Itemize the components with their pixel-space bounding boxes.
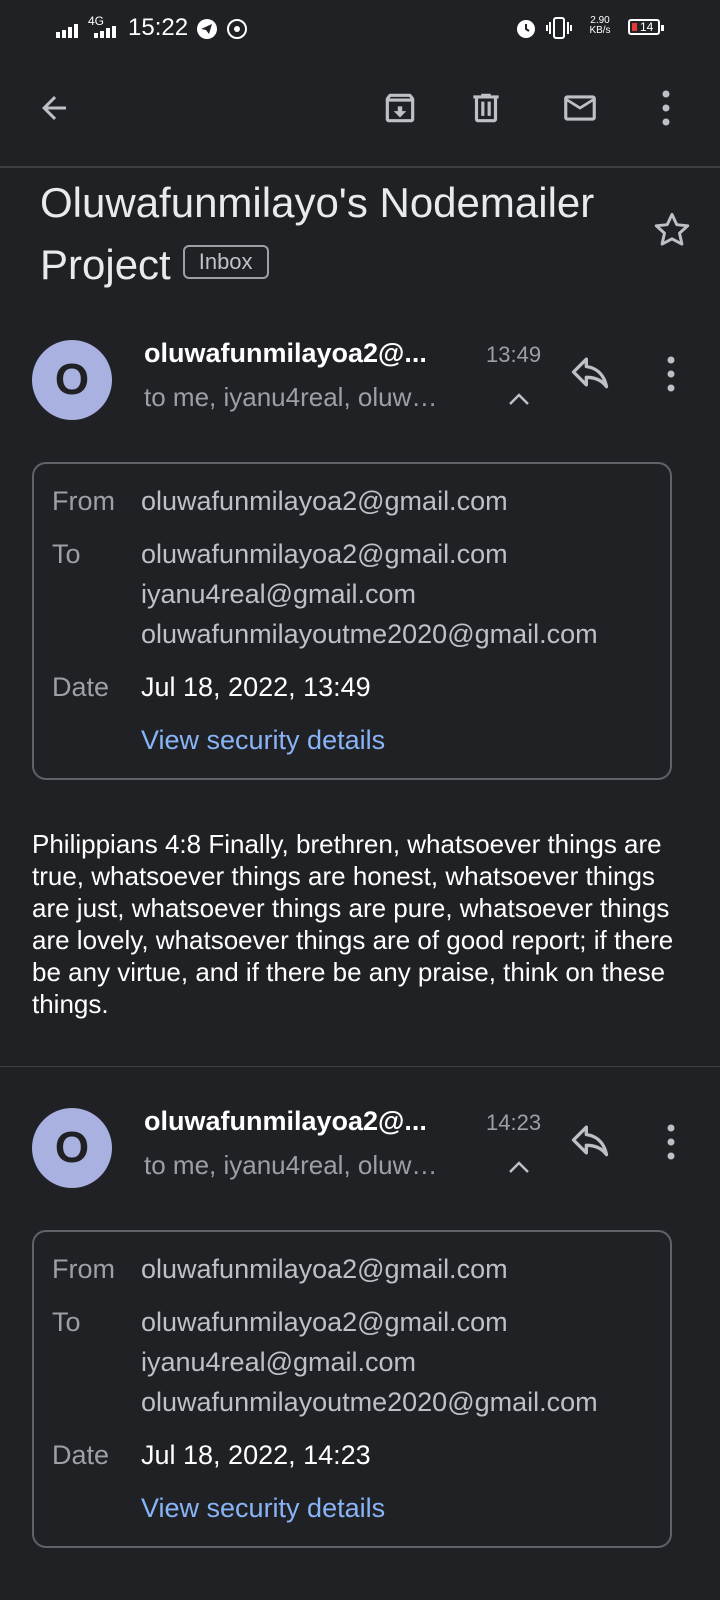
reply-button[interactable] — [568, 1118, 618, 1168]
email-subject: Oluwafunmilayo's Nodemailer Project Inbox — [40, 172, 600, 296]
archive-icon — [385, 93, 415, 123]
to-label: To — [52, 539, 81, 569]
alarm-icon — [517, 20, 535, 38]
message-time: 13:49 — [486, 342, 542, 367]
arrow-back-icon — [42, 96, 66, 120]
recipients-summary[interactable]: to me, iyanu4real, oluw… — [144, 382, 484, 413]
sender-name[interactable]: oluwafunmilayoa2@... — [144, 1106, 466, 1137]
message-details-card: From oluwafunmilayoa2@gmail.com To oluwa… — [32, 1230, 672, 1548]
status-time: 15:22 — [128, 14, 189, 41]
date-value: Jul 18, 2022, 13:49 — [141, 672, 371, 702]
chevron-up-icon[interactable] — [506, 390, 532, 408]
to-address: oluwafunmilayoutme2020@gmail.com — [141, 1387, 598, 1417]
to-address: iyanu4real@gmail.com — [141, 1347, 417, 1377]
recipients-summary[interactable]: to me, iyanu4real, oluw… — [144, 1150, 484, 1181]
vibrate-icon — [546, 17, 572, 39]
delete-button[interactable] — [458, 80, 514, 136]
sender-name[interactable]: oluwafunmilayoa2@... — [144, 338, 466, 369]
mail-icon — [564, 95, 596, 121]
from-address: oluwafunmilayoa2@gmail.com — [141, 486, 508, 516]
network-speed: 2.90 KB/s — [589, 15, 611, 36]
inbox-label-badge[interactable]: Inbox — [182, 244, 269, 279]
to-address: oluwafunmilayoa2@gmail.com — [141, 1307, 508, 1337]
message-1: O oluwafunmilayoa2@... 13:49 to me, iyan… — [0, 320, 720, 800]
signal-icon-2 — [94, 26, 116, 38]
battery-level: 14 — [640, 20, 654, 34]
to-address: iyanu4real@gmail.com — [141, 579, 417, 609]
message-more-button[interactable] — [666, 356, 686, 396]
telegram-icon — [197, 19, 217, 39]
view-security-details-link[interactable]: View security details — [141, 725, 385, 756]
message-body: Philippians 4:8 Finally, brethren, whats… — [32, 829, 674, 1019]
star-icon — [654, 212, 690, 246]
archive-button[interactable] — [372, 80, 428, 136]
sender-avatar[interactable]: O — [32, 340, 112, 420]
chevron-up-icon[interactable] — [506, 1158, 532, 1176]
delete-icon — [473, 93, 499, 123]
from-label: From — [52, 486, 115, 516]
reply-button[interactable] — [568, 350, 618, 400]
view-security-details-link[interactable]: View security details — [141, 1493, 385, 1524]
to-address: oluwafunmilayoa2@gmail.com — [141, 539, 508, 569]
message-2: O oluwafunmilayoa2@... 14:23 to me, iyan… — [0, 1088, 720, 1568]
more-vert-icon — [662, 90, 670, 126]
more-vert-icon — [667, 1124, 675, 1160]
battery-icon: 14 — [628, 19, 664, 35]
sender-avatar[interactable]: O — [32, 1108, 112, 1188]
signal-icon — [56, 24, 78, 38]
mark-unread-button[interactable] — [552, 80, 608, 136]
message-more-button[interactable] — [666, 1124, 686, 1164]
subject-title: Oluwafunmilayo's Nodemailer Project — [40, 179, 595, 288]
back-button[interactable] — [26, 80, 82, 136]
date-label: Date — [52, 1440, 110, 1470]
more-options-button[interactable] — [648, 80, 684, 136]
from-address: oluwafunmilayoa2@gmail.com — [141, 1254, 508, 1284]
message-time: 14:23 — [486, 1110, 542, 1135]
star-button[interactable] — [650, 208, 694, 252]
message-divider — [0, 1066, 720, 1067]
reply-icon — [571, 1125, 609, 1157]
toolbar — [0, 56, 720, 168]
to-address: oluwafunmilayoutme2020@gmail.com — [141, 619, 598, 649]
more-vert-icon — [667, 356, 675, 392]
whatsapp-icon — [227, 19, 247, 39]
message-details-card: From oluwafunmilayoa2@gmail.com To oluwa… — [32, 462, 672, 780]
date-value: Jul 18, 2022, 14:23 — [141, 1440, 371, 1470]
to-label: To — [52, 1307, 81, 1337]
status-bar: 4G 15:22 2.90 KB/s 14 — [0, 0, 720, 56]
from-label: From — [52, 1254, 115, 1284]
date-label: Date — [52, 672, 110, 702]
reply-icon — [571, 357, 609, 389]
